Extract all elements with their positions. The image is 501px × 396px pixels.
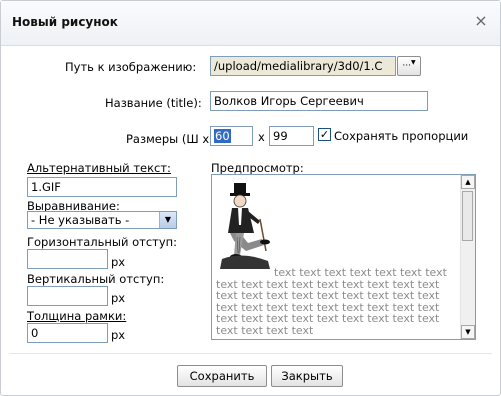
save-button[interactable]: Сохранить: [177, 365, 267, 387]
footer-divider: [9, 353, 492, 354]
dialog-titlebar[interactable]: Новый рисунок ×: [1, 1, 500, 46]
preview-text: text text text text text text text text …: [216, 266, 447, 337]
preview-scrollbar[interactable]: ▲ ▼: [460, 175, 475, 339]
path-label: Путь к изображению:: [65, 60, 197, 74]
border-label: Толщина рамки:: [27, 309, 127, 323]
close-icon[interactable]: ×: [472, 12, 490, 30]
path-input[interactable]: /upload/medialibrary/3d0/1.C: [210, 56, 396, 76]
vspace-unit: px: [111, 291, 126, 305]
scroll-down-icon[interactable]: ▼: [461, 325, 475, 339]
vspace-input[interactable]: [27, 286, 108, 306]
dropdown-arrow-icon[interactable]: ▼: [159, 212, 176, 228]
title-input[interactable]: Волков Игорь Сергеевич: [210, 91, 428, 111]
border-unit: px: [111, 328, 126, 342]
image-dialog: Новый рисунок × Путь к изображению: /upl…: [0, 0, 501, 396]
hspace-label: Горизонтальный отступ:: [27, 235, 178, 249]
keep-proportions-label: Сохранять пропорции: [334, 129, 469, 143]
hspace-input[interactable]: [27, 249, 108, 269]
dialog-title: Новый рисунок: [12, 15, 118, 29]
border-input[interactable]: 0: [27, 323, 108, 343]
align-value: - Не указывать -: [31, 213, 130, 227]
align-select[interactable]: - Не указывать - ▼: [27, 211, 177, 229]
browse-button[interactable]: ...▼: [397, 56, 421, 76]
alt-label: Альтернативный текст:: [27, 161, 171, 175]
preview-area[interactable]: text text text text text text text text …: [211, 174, 476, 340]
scroll-thumb[interactable]: [462, 191, 473, 241]
keep-proportions-checkbox[interactable]: ✓: [318, 128, 331, 141]
chevron-down-icon: ▼: [410, 59, 416, 66]
vspace-label: Вертикальный отступ:: [27, 272, 165, 286]
preview-image: [220, 183, 270, 269]
browse-label: ...: [402, 58, 411, 69]
alt-input[interactable]: 1.GIF: [27, 177, 177, 197]
width-input[interactable]: 60: [210, 126, 253, 146]
width-value: 60: [214, 129, 231, 143]
scroll-up-icon[interactable]: ▲: [461, 175, 475, 189]
height-input[interactable]: 99: [269, 126, 314, 146]
preview-label: Предпросмотр:: [211, 161, 304, 175]
times-sign: x: [258, 130, 265, 144]
title-label: Название (title):: [105, 96, 202, 110]
close-button[interactable]: Закрыть: [271, 365, 343, 387]
hspace-unit: px: [111, 255, 126, 269]
